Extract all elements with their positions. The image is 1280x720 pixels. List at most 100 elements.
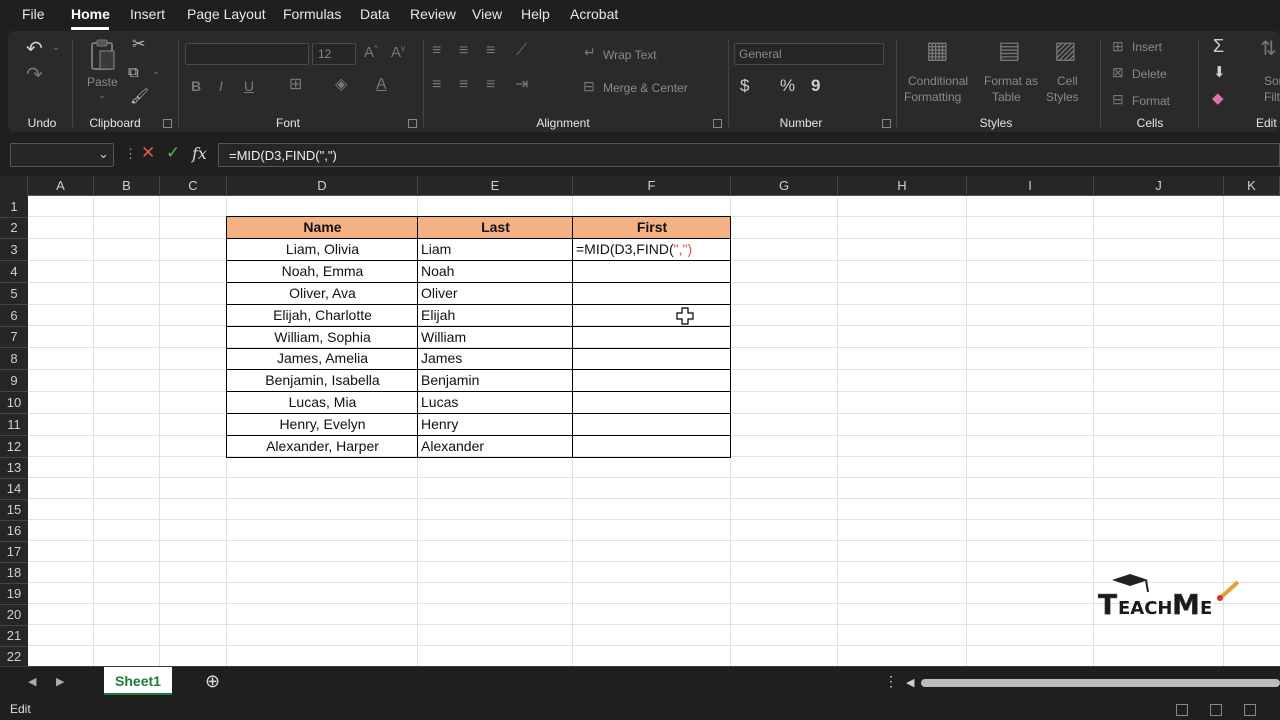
row-header[interactable]: 7 [0,326,28,348]
alignment-launcher-icon[interactable] [713,119,722,128]
cell-styles-line2[interactable]: Styles [1046,90,1079,104]
menu-home[interactable]: Home [71,6,110,22]
row-header[interactable]: 8 [0,348,28,370]
row-header[interactable]: 16 [0,520,28,542]
column-header-i[interactable]: I [967,176,1094,196]
column-header-d[interactable]: D [227,176,418,196]
row-header[interactable]: 18 [0,562,28,584]
row-header[interactable]: 12 [0,436,28,458]
more-options-icon[interactable]: ⋮ [124,146,137,162]
row-header[interactable]: 6 [0,305,28,327]
column-header-f[interactable]: F [573,176,731,196]
bold-button[interactable]: B [191,79,201,93]
wrap-text-button[interactable]: Wrap Text [603,48,657,62]
number-launcher-icon[interactable] [882,119,891,128]
conditional-formatting-line1[interactable]: Conditional [908,74,968,88]
font-color-icon[interactable]: A [376,77,387,93]
menu-review[interactable]: Review [410,6,456,22]
add-sheet-icon[interactable]: ⊕ [205,671,220,692]
sort-filter-line2[interactable]: Filte [1264,90,1280,104]
row-header[interactable]: 15 [0,499,28,521]
format-cells-icon[interactable]: ⊟ [1112,92,1124,106]
sheet-tab-sheet1[interactable]: Sheet1 [104,667,172,695]
hscroll-left-icon[interactable]: ◀ [906,676,914,689]
percent-button[interactable]: % [780,77,795,94]
indent-icon[interactable]: ⇥ [515,77,528,93]
fill-icon[interactable]: ⬇ [1213,65,1226,80]
sort-filter-icon[interactable]: ⇅ [1260,39,1277,59]
menu-acrobat[interactable]: Acrobat [570,6,618,22]
align-middle-icon[interactable]: ≡ [459,43,468,59]
number-format-dropdown[interactable]: General [734,43,884,65]
row-header[interactable]: 17 [0,541,28,563]
underline-button[interactable]: U [244,79,254,93]
merge-center-button[interactable]: Merge & Center [603,81,688,95]
comma-button[interactable]: 9 [811,77,820,94]
menu-help[interactable]: Help [521,6,550,22]
menu-view[interactable]: View [472,6,502,22]
cell-styles-icon[interactable]: ▨ [1054,39,1077,63]
column-header-g[interactable]: G [731,176,838,196]
enter-icon[interactable]: ✓ [166,143,180,163]
menu-page-layout[interactable]: Page Layout [187,6,266,22]
row-header[interactable]: 1 [0,196,28,218]
chevron-down-icon[interactable]: ⌄ [98,146,109,162]
conditional-formatting-line2[interactable]: Formatting [904,90,961,104]
menu-insert[interactable]: Insert [130,6,165,22]
column-header-j[interactable]: J [1094,176,1224,196]
page-layout-view-icon[interactable] [1210,704,1222,716]
undo-icon[interactable]: ↶ [26,39,43,59]
column-header-c[interactable]: C [160,176,227,196]
conditional-formatting-icon[interactable]: ▦ [926,39,949,63]
row-header[interactable]: 14 [0,478,28,500]
font-launcher-icon[interactable] [408,119,417,128]
paste-icon[interactable] [88,39,118,73]
merge-icon[interactable]: ⊟ [583,79,595,93]
align-right-icon[interactable]: ≡ [486,77,495,93]
currency-button[interactable]: $ [740,77,749,94]
delete-cells-button[interactable]: Delete [1132,67,1167,81]
column-header-b[interactable]: B [94,176,160,196]
font-name-dropdown[interactable] [185,43,309,65]
insert-cells-icon[interactable]: ⊞ [1112,39,1124,53]
row-header[interactable]: 4 [0,261,28,283]
formula-bar[interactable]: =MID(D3,FIND(",") [218,143,1280,167]
menu-formulas[interactable]: Formulas [283,6,341,22]
orientation-icon[interactable]: ⟋ [516,43,527,59]
font-size-dropdown[interactable]: 12 [312,43,356,65]
cell-styles-line1[interactable]: Cell [1057,74,1078,88]
row-header[interactable]: 2 [0,217,28,239]
chevron-down-icon[interactable]: ⌄ [152,67,160,77]
row-header[interactable]: 10 [0,392,28,414]
row-header[interactable]: 19 [0,583,28,605]
row-header[interactable]: 21 [0,625,28,647]
horizontal-scrollbar[interactable] [921,679,1280,687]
cut-icon[interactable]: ✂ [132,37,145,53]
format-painter-icon[interactable]: 🖌 [130,89,149,104]
increase-font-icon[interactable]: A^ [364,45,378,61]
column-header-e[interactable]: E [418,176,573,196]
align-center-icon[interactable]: ≡ [459,77,468,93]
normal-view-icon[interactable] [1176,704,1188,716]
italic-button[interactable]: I [219,79,223,93]
cancel-icon[interactable]: ✕ [141,143,155,163]
column-header-h[interactable]: H [838,176,967,196]
insert-function-icon[interactable]: fx [192,144,207,163]
clipboard-launcher-icon[interactable] [163,119,172,128]
column-header-a[interactable]: A [28,176,94,196]
format-as-table-line2[interactable]: Table [992,90,1021,104]
autosum-icon[interactable]: Σ [1213,37,1224,55]
row-header[interactable]: 13 [0,457,28,479]
clear-icon[interactable]: ◆ [1212,91,1224,106]
fill-color-icon[interactable]: ◈ [335,77,347,93]
row-header[interactable]: 22 [0,646,28,668]
name-box[interactable]: ⌄ [10,143,114,167]
row-header[interactable]: 9 [0,370,28,392]
menu-data[interactable]: Data [360,6,390,22]
row-header[interactable]: 3 [0,239,28,261]
format-cells-button[interactable]: Format [1132,94,1170,108]
formula-input[interactable]: =MID(D3,FIND(",") [229,148,337,163]
format-as-table-line1[interactable]: Format as [984,74,1038,88]
align-bottom-icon[interactable]: ≡ [486,43,495,59]
scroll-right-icon[interactable]: ▶ [56,675,64,688]
